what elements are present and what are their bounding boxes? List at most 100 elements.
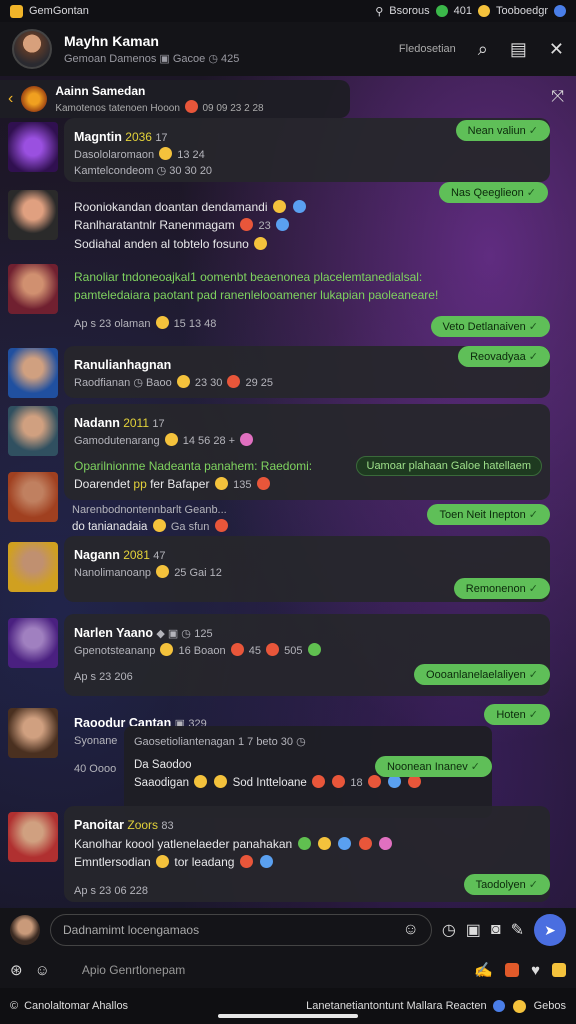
pinned-message[interactable]: ‹ Aainn Samedan Kamotenos tatenoen Hooon… (0, 80, 350, 118)
sent-bubble[interactable]: Taodolyen (463, 874, 550, 895)
emoji-picker-icon[interactable]: ☺ (402, 921, 418, 939)
toolbar-text[interactable]: Apio Genrtlonepam (62, 963, 463, 977)
avatar[interactable] (8, 122, 58, 172)
line-meta: 14 56 28 + (182, 434, 236, 447)
chat-title[interactable]: Mayhn Kaman (64, 33, 399, 49)
sent-bubble[interactable]: Nean valiun (455, 120, 550, 141)
home-indicator[interactable] (218, 1014, 358, 1018)
line-text: Kamtelcondeom (74, 165, 154, 178)
emoji-icon (266, 642, 280, 656)
emoji-icon (159, 146, 173, 160)
avatar[interactable] (8, 406, 58, 456)
footer-left-text[interactable]: Canolaltomar Ahallos (24, 1000, 128, 1012)
subtitle-b: Gacoe (172, 53, 206, 65)
close-icon[interactable]: ✕ (549, 39, 564, 60)
meta-text: Ap s 23 olaman (74, 318, 151, 330)
emoji-icon (239, 854, 253, 868)
message-line: Gamodutenarang 14 56 28 + (74, 432, 540, 450)
clock-icon: ◷ (156, 165, 167, 178)
reply-pill[interactable]: Uamoar plahaan Galoe hatellaem (355, 456, 542, 476)
emoji-icon (230, 642, 244, 656)
pinned-sub-c: 09 09 23 2 28 (202, 103, 264, 114)
message-line: Kamtelcondeom ◷ 30 30 20 (74, 163, 540, 180)
sender-name[interactable]: Panoitar (74, 818, 124, 832)
status-text-a: Bsorous (389, 5, 430, 17)
timer-icon[interactable]: ◷ (442, 920, 456, 940)
subtitle-text: Gemoan Damenos (64, 53, 157, 65)
avatar[interactable] (8, 472, 58, 522)
sticker-icon[interactable]: ☺ (35, 962, 50, 979)
avatar[interactable] (8, 708, 58, 758)
attach-icon[interactable]: ✎ (511, 920, 524, 940)
emoji-icon (332, 774, 346, 788)
line-meta: Baoo (146, 376, 172, 389)
name-extra: 125 (194, 628, 213, 640)
avatar[interactable] (10, 915, 40, 945)
avatar[interactable] (8, 190, 58, 240)
app-badge-icon[interactable] (505, 963, 520, 977)
message-line: Dasololaromaon 13 24 (74, 146, 540, 164)
sent-bubble[interactable]: Oooanlanelaelaliyen (414, 664, 550, 685)
message-line: Gpenotsteananp 16 Boaon 45 505 (74, 642, 540, 660)
message-input[interactable]: Dadnamimt locengamaos ☺ (50, 914, 432, 946)
emoji-icon (338, 836, 352, 850)
clock-icon: ◷ (296, 736, 306, 748)
account-icon (492, 1000, 505, 1012)
message-feed[interactable]: Magntin 2036 17 Dasololaromaon 13 24 Kam… (0, 118, 576, 908)
avatar[interactable] (8, 812, 58, 862)
pinned-sub-a: Kamotenos tatenoen (55, 103, 148, 114)
sent-bubble[interactable]: Remonenon (453, 578, 550, 599)
footer-right-text[interactable]: Lanetanetiantontunt Mallara Reacten (306, 1000, 486, 1012)
sent-bubble[interactable]: Noonean Inanev (374, 756, 492, 777)
line-text: Kanolhar koool yatlenelaeder panahakan (74, 836, 293, 851)
line-text: Gpenotsteananp (74, 644, 156, 657)
avatar[interactable] (8, 264, 58, 314)
back-icon[interactable]: ‹ (8, 90, 13, 108)
sent-bubble[interactable]: Reovadyaa (458, 346, 550, 367)
line-meta: 505 (284, 644, 303, 657)
send-button[interactable]: ➤ (534, 914, 566, 946)
sender-name[interactable]: Magntin (74, 130, 122, 144)
sender-name[interactable]: Narlen Yaano (74, 626, 153, 640)
avatar[interactable] (8, 542, 58, 592)
heart-icon[interactable]: ♥ (531, 962, 540, 979)
avatar (21, 86, 48, 112)
avatar[interactable] (8, 348, 58, 398)
line-text: Sod Intteloane (232, 776, 307, 789)
search-icon[interactable]: ⌕ (478, 39, 488, 60)
account-icon[interactable] (554, 5, 566, 17)
sent-bubble[interactable]: Veto Detlanaiven (430, 316, 550, 337)
sender-name[interactable]: Nagann (74, 548, 120, 562)
clock-icon: ◷ (208, 53, 221, 65)
bookmark-icon[interactable]: ▤ (510, 39, 527, 60)
draw-icon[interactable]: ✍ (474, 961, 493, 979)
emoji-icon (478, 5, 490, 17)
avatar[interactable] (12, 29, 52, 69)
status-text-c: Tooboedgr (496, 5, 548, 17)
header-action-label[interactable]: Fledosetian (399, 43, 456, 55)
collapse-icon[interactable]: ⤧ (551, 88, 564, 106)
avatar[interactable] (8, 618, 58, 668)
sender-name[interactable]: Nadann (74, 416, 120, 430)
sent-bubble[interactable]: Toen Neit Inepton (427, 504, 550, 525)
emoji-icon (176, 374, 190, 388)
app-icon (10, 4, 23, 18)
emoji-icon (240, 432, 254, 446)
app-badge-icon[interactable] (552, 963, 566, 977)
gallery-icon[interactable]: ▣ (466, 920, 481, 940)
meta-extra: 15 13 48 (173, 318, 217, 330)
chat-subtitle: Gemoan Damenos ▣ Gacoe ◷ 425 (64, 52, 399, 65)
message-line: Ranlharatantnlr Ranenmagam 23 (74, 216, 540, 235)
sent-bubble[interactable]: Hoten (484, 704, 550, 725)
sender-name[interactable]: Ranulianhagnan (74, 358, 171, 372)
emoji-icon (156, 854, 170, 868)
emoji-icon (214, 519, 228, 533)
line-meta: 18 (350, 776, 363, 789)
chat-header: Mayhn Kaman Gemoan Damenos ▣ Gacoe ◷ 425… (0, 22, 576, 76)
camera-icon[interactable]: ◙ (491, 921, 501, 939)
emoji-icon (160, 642, 174, 656)
gif-icon[interactable]: ⊛ (10, 961, 23, 979)
message-line: Kanolhar koool yatlenelaeder panahakan (74, 835, 540, 853)
message-card: Nadann 2011 17 Gamodutenarang 14 56 28 +… (64, 404, 550, 500)
emoji-icon (367, 774, 381, 788)
